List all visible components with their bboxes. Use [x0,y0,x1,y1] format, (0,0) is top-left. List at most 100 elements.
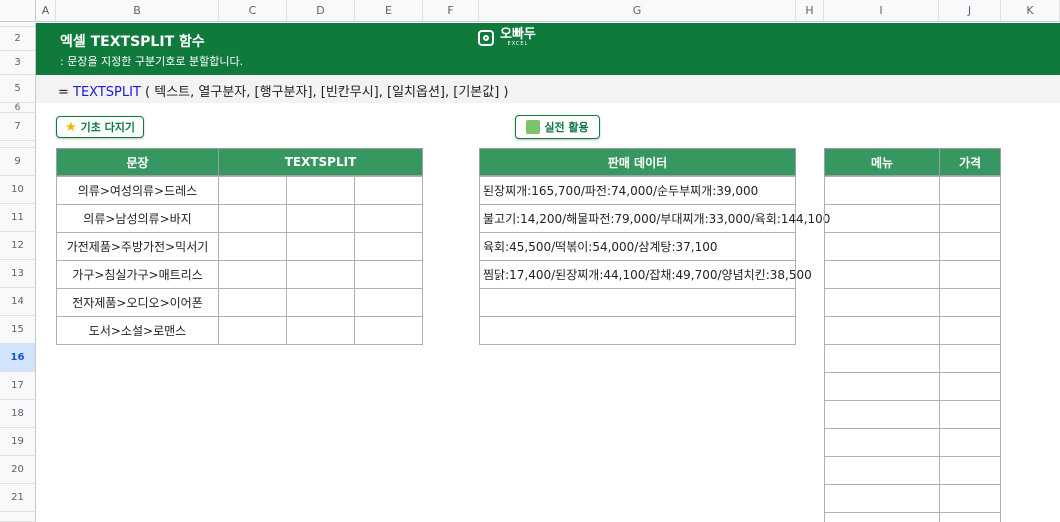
row-header-14[interactable]: 14 [0,288,36,316]
practice-button[interactable]: 실전 활용 [515,115,600,139]
column-header-e[interactable]: E [355,0,423,22]
table3-menu-cell[interactable] [824,428,940,457]
table1-sentence-cell[interactable]: 의류>여성의류>드레스 [56,176,219,205]
table1-result-cell[interactable] [286,288,355,317]
table3-menu-cell[interactable] [824,484,940,513]
row-header-8[interactable] [0,141,36,148]
table2-sales-cell[interactable] [479,288,796,317]
row-header-2[interactable]: 12 [0,27,36,51]
table1-result-cell[interactable] [354,204,423,233]
table1-result-cell[interactable] [286,232,355,261]
row-header-15[interactable]: 15 [0,316,36,344]
column-header-h[interactable]: H [796,0,824,22]
column-header-a[interactable]: A [36,0,56,22]
row-header-16[interactable]: 16 [0,344,36,372]
table3-price-cell[interactable] [939,428,1001,457]
table3-price-cell[interactable] [939,288,1001,317]
row-header-10[interactable]: 10 [0,176,36,204]
table1-result-cell[interactable] [354,316,423,345]
row-header-7[interactable]: 7 [0,113,36,141]
column-header-i[interactable]: I [824,0,939,22]
row-header-3[interactable]: 3 [0,51,36,75]
table3-header-menu[interactable]: 메뉴 [824,148,940,176]
table3-menu-cell[interactable] [824,232,940,261]
table3-menu-cell[interactable] [824,316,940,345]
table3-menu-cell[interactable] [824,400,940,429]
select-all-corner[interactable] [0,0,36,22]
table1-result-cell[interactable] [354,232,423,261]
table1-result-cell[interactable] [286,176,355,205]
table3-menu-cell[interactable] [824,512,940,522]
table3-menu-cell[interactable] [824,288,940,317]
table3-price-cell[interactable] [939,316,1001,345]
table3-menu-cell[interactable] [824,176,940,205]
table3-price-cell[interactable] [939,512,1001,522]
table3-price-cell[interactable] [939,372,1001,401]
table3-header-price[interactable]: 가격 [939,148,1001,176]
table3-menu-cell[interactable] [824,204,940,233]
row-header-22[interactable] [0,512,36,522]
table1-sentence-cell[interactable]: 의류>남성의류>바지 [56,204,219,233]
row-header-21[interactable]: 21 [0,484,36,512]
table1-result-cell[interactable] [286,204,355,233]
basic-button[interactable]: ★ 기초 다지기 [56,116,144,138]
table3-menu-cell[interactable] [824,456,940,485]
table2-header-sales-data[interactable]: 판매 데이터 [479,148,796,176]
table1-header-textsplit[interactable]: TEXTSPLIT [218,148,423,176]
table1-sentence-cell[interactable]: 전자제품>오디오>이어폰 [56,288,219,317]
row-header-11[interactable]: 11 [0,204,36,232]
table1-result-cell[interactable] [354,176,423,205]
table1-result-cell[interactable] [218,260,287,289]
row-header-17[interactable]: 17 [0,372,36,400]
table2-sales-cell[interactable]: 불고기:14,200/해물파전:79,000/부대찌개:33,000/육회:14… [479,204,830,233]
table2-sales-cell[interactable]: 육회:45,500/떡볶이:54,000/삼계탕:37,100 [479,232,796,261]
column-header-f[interactable]: F [423,0,479,22]
formula-prefix: = [58,85,74,100]
row-header-20[interactable]: 20 [0,456,36,484]
table3-menu-cell[interactable] [824,372,940,401]
basic-button-label: 기초 다지기 [80,121,136,134]
column-header-b[interactable]: B [56,0,219,22]
row-header-18[interactable]: 18 [0,400,36,428]
column-header-d[interactable]: D [287,0,355,22]
table2-sales-cell[interactable]: 찜닭:17,400/된장찌개:44,100/잡채:49,700/양념치킨:38,… [479,260,812,289]
row-header-19[interactable]: 19 [0,428,36,456]
row-header-12[interactable]: 12 [0,232,36,260]
column-header-g[interactable]: G [479,0,796,22]
formula-function-name: TEXTSPLIT [73,85,141,100]
table1-result-cell[interactable] [286,260,355,289]
table1-result-cell[interactable] [218,176,287,205]
row-header-9[interactable]: 9 [0,148,36,176]
row-header-5[interactable]: 5 [0,75,36,103]
column-header-k[interactable]: K [1001,0,1060,22]
table2-sales-cell[interactable]: 된장찌개:165,700/파전:74,000/순두부찌개:39,000 [479,176,796,205]
table1-sentence-cell[interactable]: 도서>소설>로맨스 [56,316,219,345]
table1-result-cell[interactable] [218,232,287,261]
table2-sales-cell[interactable] [479,316,796,345]
table1-header-sentence[interactable]: 문장 [56,148,219,176]
column-header-j[interactable]: J [939,0,1001,22]
table3-price-cell[interactable] [939,344,1001,373]
table3-price-cell[interactable] [939,260,1001,289]
table1-result-cell[interactable] [286,316,355,345]
table3-price-cell[interactable] [939,400,1001,429]
table1-sentence-cell[interactable]: 가구>침실가구>매트리스 [56,260,219,289]
row-header-6[interactable]: 6 [0,103,36,113]
row-header-13[interactable]: 13 [0,260,36,288]
table3-price-cell[interactable] [939,176,1001,205]
table3-price-cell[interactable] [939,232,1001,261]
table3-price-cell[interactable] [939,484,1001,513]
table1-result-cell[interactable] [218,204,287,233]
table3-price-cell[interactable] [939,456,1001,485]
table3-menu-cell[interactable] [824,344,940,373]
table1-result-cell[interactable] [218,288,287,317]
table1-result-cell[interactable] [218,316,287,345]
table1-sentence-cell[interactable]: 가전제품>주방가전>믹서기 [56,232,219,261]
page-title: 엑셀 TEXTSPLIT 함수 [60,34,205,50]
column-header-c[interactable]: C [219,0,287,22]
table3-menu-cell[interactable] [824,260,940,289]
table1-result-cell[interactable] [354,288,423,317]
table3-price-cell[interactable] [939,204,1001,233]
table1-result-cell[interactable] [354,260,423,289]
logo-icon [478,29,494,46]
